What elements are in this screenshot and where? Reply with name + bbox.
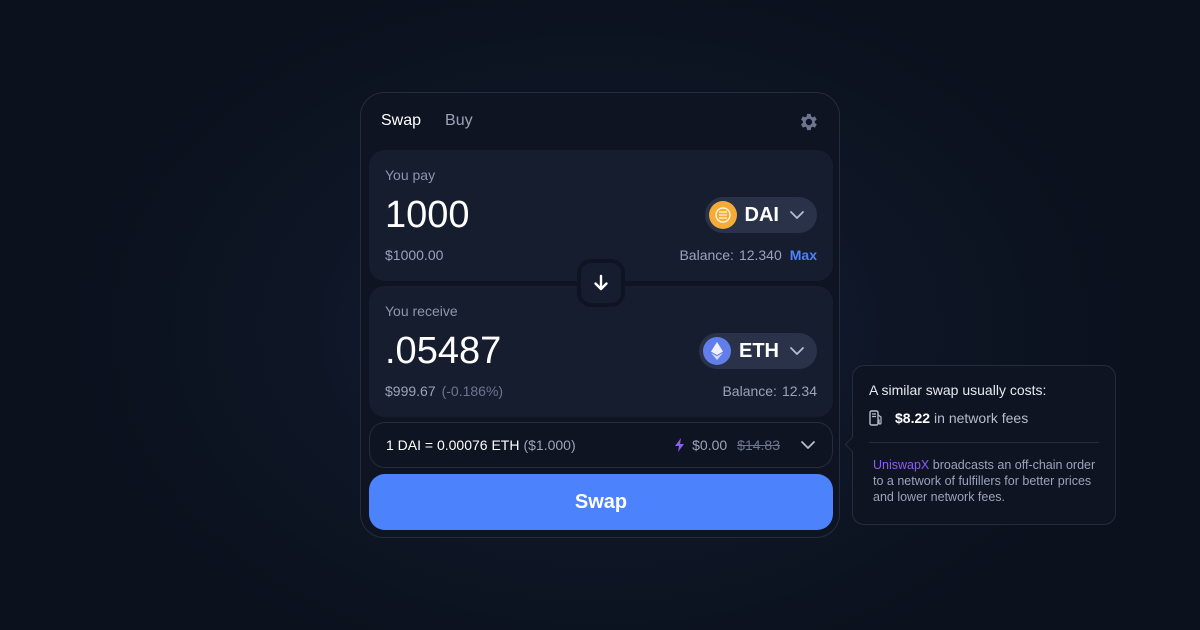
fee-summary: $0.00 $14.83 [674, 437, 816, 453]
arrow-down-icon [594, 274, 608, 291]
divider [869, 442, 1099, 443]
dai-icon [708, 201, 737, 229]
tooltip-fee-value: $8.22 [895, 410, 931, 426]
pay-usd-value: $1000.00 [385, 247, 444, 263]
exchange-rate: 1 DAI = 0.00076 ETH ($1.000) [386, 437, 576, 453]
receive-amount-input[interactable]: .05487 [385, 330, 501, 373]
pay-balance-value: 12.340 [738, 247, 782, 263]
receive-balance-label: Balance: [722, 383, 777, 399]
tab-swap[interactable]: Swap [381, 112, 421, 130]
receive-usd-amount: $999.67 [385, 383, 436, 399]
tooltip-fee-row: $8.22 in network fees [869, 410, 1099, 426]
receive-balance: Balance: 12.34 [722, 383, 817, 399]
chevron-down-icon [801, 441, 815, 449]
receive-token-name: ETH [739, 339, 779, 362]
swap-button[interactable]: Swap [369, 474, 833, 530]
settings-gear-icon[interactable] [797, 111, 819, 133]
swap-widget: Swap Buy You pay 1000 DAI $1000.00 Balan… [360, 92, 840, 538]
receive-usd-value: $999.67 (-0.186%) [385, 383, 503, 399]
tooltip-title: A similar swap usually costs: [869, 382, 1047, 398]
pay-token-name: DAI [744, 203, 779, 226]
pay-label: You pay [385, 167, 436, 183]
tooltip-description: UniswapX broadcasts an off-chain order t… [869, 457, 1099, 505]
fee-tooltip: A similar swap usually costs: $8.22 in n… [852, 365, 1116, 525]
receive-balance-value: 12.34 [781, 383, 817, 399]
pay-token-selector[interactable]: DAI [704, 197, 817, 233]
switch-tokens-button[interactable] [577, 259, 625, 307]
exchange-rate-text: 1 DAI = 0.00076 ETH [386, 437, 520, 453]
eth-icon [703, 337, 731, 365]
tab-bar: Swap Buy [381, 112, 473, 130]
fee-value: $0.00 [692, 437, 728, 453]
lightning-icon [675, 438, 685, 452]
rate-row[interactable]: 1 DAI = 0.00076 ETH ($1.000) $0.00 $14.83 [369, 422, 833, 468]
receive-token-selector[interactable]: ETH [699, 333, 817, 369]
receive-label: You receive [385, 303, 458, 319]
pay-balance-label: Balance: [679, 247, 734, 263]
chevron-down-icon [790, 211, 804, 219]
pay-amount-input[interactable]: 1000 [385, 194, 470, 237]
tooltip-fee-suffix: in network fees [934, 410, 1029, 426]
tab-buy[interactable]: Buy [445, 112, 473, 130]
uniswapx-link[interactable]: UniswapX [873, 458, 929, 472]
gas-pump-icon [869, 410, 882, 426]
price-impact: (-0.186%) [441, 383, 504, 399]
pay-balance: Balance: 12.340 Max [679, 247, 817, 263]
chevron-down-icon [790, 347, 804, 355]
max-button[interactable]: Max [790, 247, 817, 263]
fee-original: $14.83 [737, 437, 780, 453]
exchange-rate-usd: ($1.000) [523, 437, 576, 453]
